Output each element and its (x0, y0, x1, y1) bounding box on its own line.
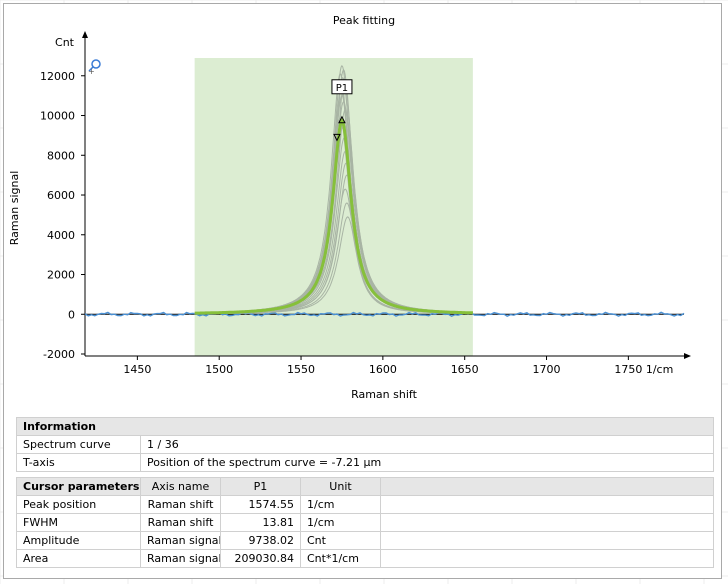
row-value: 1 / 36 (140, 435, 714, 454)
y-tick-label: 6000 (47, 189, 75, 202)
peak-label: P1 (336, 83, 348, 94)
x-tick-label: 1500 (205, 363, 233, 376)
col-axis-name: Axis name (140, 477, 221, 496)
x-tick-label: 1600 (369, 363, 397, 376)
zoom-icon[interactable]: + (88, 59, 101, 76)
row-unit: Cnt*1/cm (300, 549, 381, 568)
x-axis-arrow (684, 353, 691, 359)
row-axis: Raman signal (140, 549, 221, 568)
y-tick-label: 2000 (47, 269, 75, 282)
y-tick-label: 10000 (40, 110, 75, 123)
row-axis: Raman signal (140, 531, 221, 550)
row-label: T-axis (16, 453, 141, 472)
y-tick-label: 0 (68, 308, 75, 321)
row-label: Peak position (16, 495, 141, 514)
information-table: Information Spectrum curve 1 / 36 T-axis… (16, 417, 714, 472)
row-unit: 1/cm (300, 495, 381, 514)
y-tick-label: 12000 (40, 70, 75, 83)
x-tick-label: 1450 (123, 363, 151, 376)
row-label: Area (16, 549, 141, 568)
y-tick-label: -2000 (43, 348, 75, 361)
col-p1: P1 (220, 477, 301, 496)
row-unit: Cnt (300, 531, 381, 550)
row-axis: Raman shift (140, 513, 221, 532)
y-tick-label: 8000 (47, 149, 75, 162)
col-unit: Unit (300, 477, 381, 496)
x-tick-label: 1550 (287, 363, 315, 376)
row-value: 1574.55 (220, 495, 301, 514)
x-tick-label: 1750 1/cm (614, 363, 673, 376)
row-value: 9738.02 (220, 531, 301, 550)
row-value: 209030.84 (220, 549, 301, 568)
peak-fitting-chart: Peak fitting Cnt Raman signal Raman shif… (8, 14, 691, 401)
row-axis: Raman shift (140, 495, 221, 514)
row-value: Position of the spectrum curve = -7.21 µ… (140, 453, 714, 472)
row-value: 13.81 (220, 513, 301, 532)
y-axis-arrow (82, 31, 88, 38)
row-label: FWHM (16, 513, 141, 532)
svg-text:+: + (88, 67, 95, 76)
x-tick-label: 1650 (451, 363, 479, 376)
table-row: Amplitude Raman signal 9738.02 Cnt (16, 531, 714, 550)
information-header: Information (16, 417, 714, 436)
table-row: T-axis Position of the spectrum curve = … (16, 453, 714, 472)
chart-title: Peak fitting (333, 14, 395, 27)
row-label: Amplitude (16, 531, 141, 550)
cursor-parameters-table: Cursor parameters Axis name P1 Unit Peak… (16, 477, 714, 568)
y-axis-label: Raman signal (8, 171, 21, 246)
table-row: Area Raman signal 209030.84 Cnt*1/cm (16, 549, 714, 568)
table-row: Spectrum curve 1 / 36 (16, 435, 714, 454)
table-row: FWHM Raman shift 13.81 1/cm (16, 513, 714, 532)
x-axis-label: Raman shift (351, 388, 418, 401)
cursor-header: Cursor parameters (16, 477, 141, 496)
y-tick-label: 4000 (47, 229, 75, 242)
x-tick-label: 1700 (533, 363, 561, 376)
table-row: Peak position Raman shift 1574.55 1/cm (16, 495, 714, 514)
row-unit: 1/cm (300, 513, 381, 532)
row-label: Spectrum curve (16, 435, 141, 454)
y-axis-unit: Cnt (55, 36, 75, 49)
